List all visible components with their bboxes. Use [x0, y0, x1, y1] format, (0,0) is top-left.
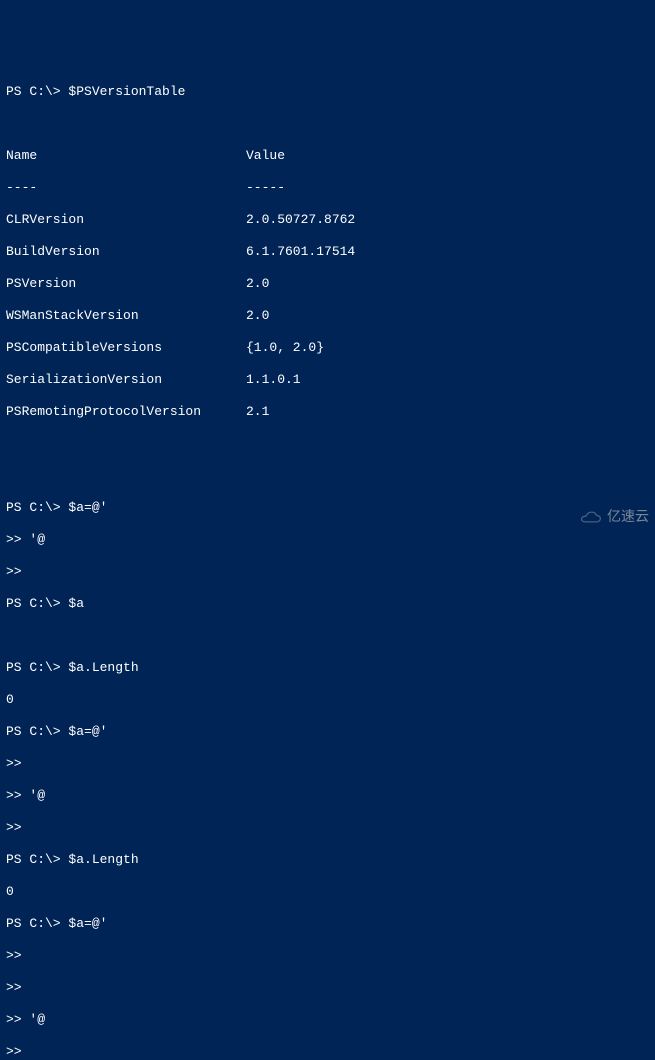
table-row: SerializationVersion1.1.0.1 — [6, 372, 649, 388]
output-line: >> — [6, 820, 649, 836]
table-row: PSVersion2.0 — [6, 276, 649, 292]
output-line — [6, 628, 649, 644]
table-row: CLRVersion2.0.50727.8762 — [6, 212, 649, 228]
output-line: PS C:\> $a — [6, 596, 649, 612]
table-row: BuildVersion6.1.7601.17514 — [6, 244, 649, 260]
table-header: NameValue — [6, 148, 649, 164]
prompt-line: PS C:\> $PSVersionTable — [6, 84, 649, 100]
watermark: 亿速云 — [577, 510, 649, 526]
output-line: >> '@ — [6, 532, 649, 548]
output-line: >> — [6, 980, 649, 996]
output-line: PS C:\> $a=@' — [6, 916, 649, 932]
output-line — [6, 468, 649, 484]
output-line: 0 — [6, 884, 649, 900]
output-line: PS C:\> $a=@' — [6, 500, 649, 516]
watermark-text: 亿速云 — [607, 510, 649, 526]
table-header-underline: --------- — [6, 180, 649, 196]
output-line: >> — [6, 1044, 649, 1060]
output-line: >> — [6, 948, 649, 964]
table-row: WSManStackVersion2.0 — [6, 308, 649, 324]
output-line: PS C:\> $a.Length — [6, 660, 649, 676]
output-line: >> '@ — [6, 1012, 649, 1028]
output-line: >> — [6, 756, 649, 772]
table-row: PSCompatibleVersions{1.0, 2.0} — [6, 340, 649, 356]
blank-line — [6, 116, 649, 132]
output-line: PS C:\> $a=@' — [6, 724, 649, 740]
output-line: PS C:\> $a.Length — [6, 852, 649, 868]
cloud-icon — [577, 510, 603, 526]
output-line: >> '@ — [6, 788, 649, 804]
table-row: PSRemotingProtocolVersion2.1 — [6, 404, 649, 420]
output-line: 0 — [6, 692, 649, 708]
output-line: >> — [6, 564, 649, 580]
terminal-output[interactable]: PS C:\> $PSVersionTable NameValue ------… — [6, 68, 649, 1060]
output-line — [6, 436, 649, 452]
